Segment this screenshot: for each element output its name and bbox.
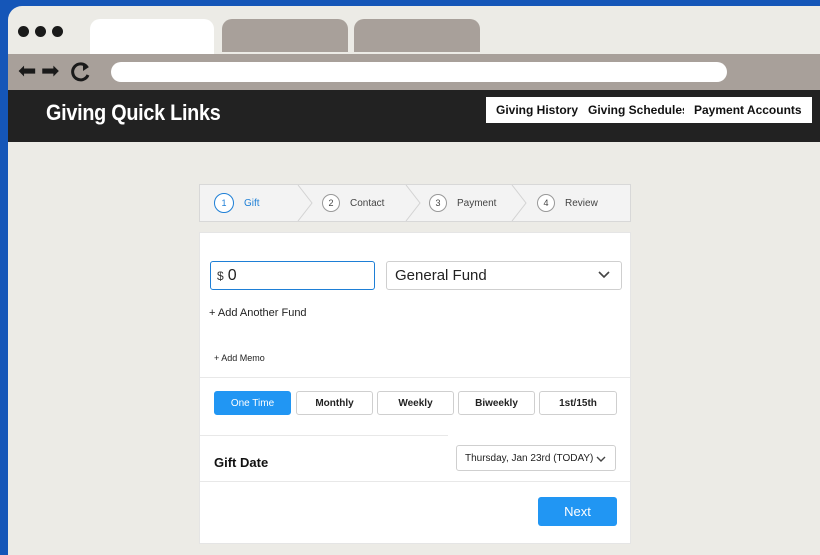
address-bar[interactable] — [111, 62, 727, 82]
fund-select[interactable]: General Fund — [386, 261, 622, 290]
divider — [200, 435, 448, 436]
step-payment[interactable]: 3 Payment — [429, 185, 496, 221]
currency-symbol: $ — [217, 268, 224, 283]
browser-tab-3[interactable] — [354, 19, 480, 52]
giving-history-button[interactable]: Giving History — [486, 97, 589, 123]
reload-icon[interactable] — [70, 59, 92, 90]
main-content: 1 Gift 2 Contact 3 Payment 4 Review $ 0 … — [8, 142, 820, 555]
forward-arrow-icon[interactable]: ➡ — [41, 59, 59, 85]
step-number: 2 — [322, 194, 340, 212]
step-label: Contact — [350, 197, 385, 209]
divider — [200, 481, 630, 482]
frequency-biweekly-button[interactable]: Biweekly — [458, 391, 535, 415]
browser-window: ⬅ ➡ Giving Quick Links Giving History Gi… — [8, 6, 820, 555]
fund-select-value: General Fund — [395, 267, 487, 284]
app-header: Giving Quick Links Giving History Giving… — [8, 90, 820, 142]
gift-date-value: Thursday, Jan 23rd (TODAY) — [465, 452, 594, 464]
minimize-window-dot[interactable] — [35, 26, 46, 37]
close-window-dot[interactable] — [18, 26, 29, 37]
chevron-down-icon — [598, 271, 610, 279]
frequency-1st-15th-button[interactable]: 1st/15th — [539, 391, 617, 415]
checkout-steps: 1 Gift 2 Contact 3 Payment 4 Review — [199, 184, 631, 222]
browser-tab-active[interactable] — [90, 19, 214, 57]
chevron-down-icon — [596, 456, 606, 462]
step-separator-icon — [405, 185, 421, 221]
gift-form: $ General Fund + Add Another Fund + Add … — [199, 232, 631, 544]
page-title: Giving Quick Links — [46, 100, 221, 125]
browser-tab-2[interactable] — [222, 19, 348, 52]
step-label: Payment — [457, 197, 497, 209]
step-number: 3 — [429, 194, 447, 212]
amount-input[interactable] — [227, 266, 348, 285]
step-review[interactable]: 4 Review — [537, 185, 598, 221]
step-gift[interactable]: 1 Gift — [214, 185, 260, 221]
gift-date-select[interactable]: Thursday, Jan 23rd (TODAY) — [456, 445, 616, 471]
step-separator-icon — [511, 185, 527, 221]
back-arrow-icon[interactable]: ⬅ — [18, 59, 36, 85]
browser-toolbar: ⬅ ➡ — [8, 54, 820, 90]
window-controls — [18, 26, 63, 37]
frequency-one-time-button[interactable]: One Time — [214, 391, 291, 415]
next-button[interactable]: Next — [538, 497, 617, 526]
amount-field[interactable]: $ — [210, 261, 375, 290]
step-label: Review — [565, 197, 598, 209]
gift-date-label: Gift Date — [214, 455, 269, 470]
step-label: Gift — [244, 197, 260, 209]
maximize-window-dot[interactable] — [52, 26, 63, 37]
payment-accounts-button[interactable]: Payment Accounts — [684, 97, 812, 123]
step-separator-icon — [297, 185, 313, 221]
step-number: 1 — [214, 193, 234, 213]
giving-schedules-button[interactable]: Giving Schedules — [578, 97, 699, 123]
step-contact[interactable]: 2 Contact — [322, 185, 384, 221]
add-another-fund-link[interactable]: + Add Another Fund — [209, 307, 307, 319]
divider — [200, 377, 630, 378]
frequency-weekly-button[interactable]: Weekly — [377, 391, 454, 415]
step-number: 4 — [537, 194, 555, 212]
add-memo-link[interactable]: + Add Memo — [214, 353, 265, 363]
frequency-monthly-button[interactable]: Monthly — [296, 391, 373, 415]
